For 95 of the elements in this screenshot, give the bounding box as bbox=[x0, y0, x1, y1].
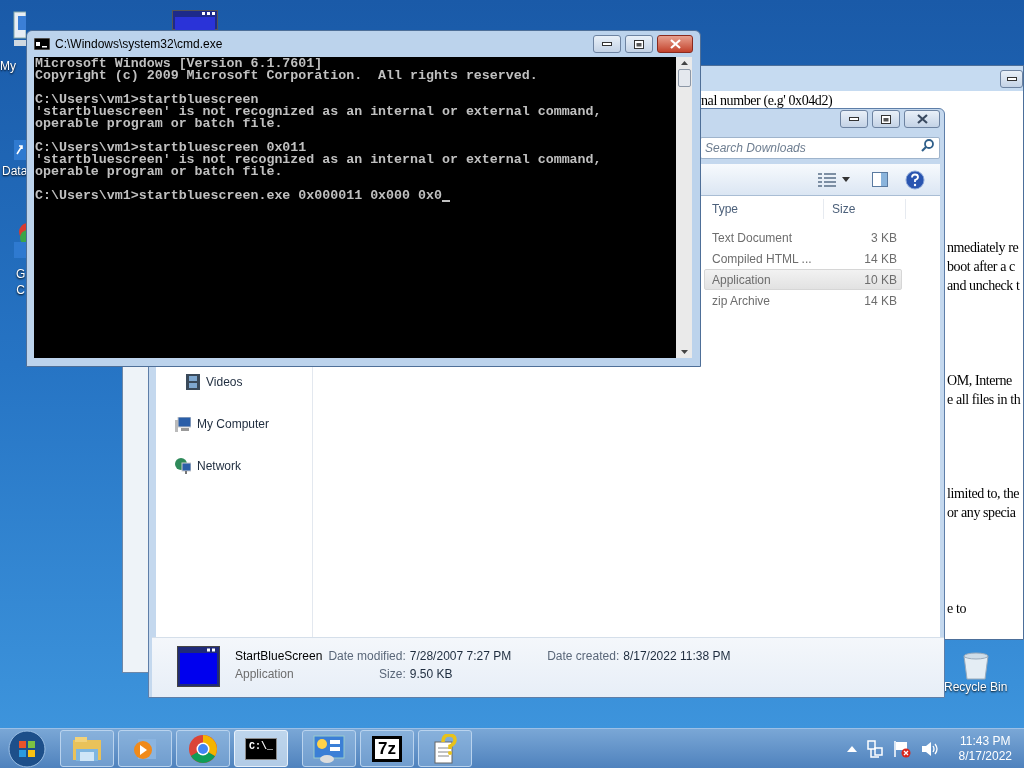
document-text: e to bbox=[947, 600, 967, 618]
document-text: e all files in th bbox=[947, 391, 1022, 409]
flag-icon[interactable] bbox=[892, 739, 911, 758]
console-line: operable program or batch file. bbox=[35, 118, 283, 130]
console-logo: C:\_ bbox=[245, 737, 277, 760]
maximize-icon bbox=[634, 39, 644, 49]
down-arrow-icon[interactable] bbox=[680, 350, 688, 354]
minimize-button[interactable] bbox=[1000, 69, 1023, 88]
table-cell-text: Compiled HTML ... bbox=[711, 250, 813, 268]
chrome-icon bbox=[188, 733, 218, 764]
console-line: Microsoft Windows [Version 6.1.7601] bbox=[35, 58, 323, 70]
folder-icon bbox=[72, 735, 102, 762]
window-title: C:\Windows\system32\cmd.exe bbox=[55, 36, 223, 53]
minimize-icon bbox=[849, 117, 859, 121]
minimize-icon bbox=[1007, 76, 1017, 81]
minimize-icon bbox=[602, 42, 612, 46]
document-text: boot after a c bbox=[947, 258, 1016, 276]
table-cell-text: 14 KB bbox=[863, 292, 897, 310]
document-text: and uncheck t bbox=[947, 277, 1021, 295]
maximize-icon bbox=[881, 114, 891, 124]
column-header[interactable]: Size bbox=[824, 199, 906, 219]
console-line: C:\Users\vm1>startbluescreen bbox=[35, 94, 259, 106]
icon-label: My bbox=[0, 58, 16, 74]
file-row[interactable]: Application 10 KB bbox=[704, 269, 902, 290]
document-text: limited to, the bbox=[947, 485, 1021, 503]
nav-item[interactable]: Network bbox=[197, 457, 241, 475]
scroll-thumb[interactable] bbox=[677, 69, 691, 87]
detail-value: 8/17/2022 11:38 PM bbox=[623, 648, 731, 665]
document-text: nal number (e.g' 0x04d2) bbox=[701, 92, 834, 110]
search-icon bbox=[921, 139, 934, 152]
detail-label: Date created: bbox=[547, 648, 620, 665]
file-type: Application bbox=[235, 666, 295, 683]
document-text: nmediately re bbox=[947, 239, 1020, 257]
taskbar-button[interactable] bbox=[176, 730, 230, 767]
nav-item[interactable]: My Computer bbox=[197, 415, 270, 433]
application-icon bbox=[177, 646, 220, 687]
minimize-button[interactable] bbox=[840, 110, 868, 128]
detail-value: 7/28/2007 7:27 PM bbox=[409, 648, 512, 665]
taskbar-button[interactable]: 7z bbox=[360, 730, 414, 767]
taskbar-button[interactable]: C:\_ bbox=[234, 730, 288, 767]
speaker-icon[interactable] bbox=[920, 740, 939, 757]
control-panel-icon bbox=[313, 733, 345, 764]
close-icon bbox=[669, 39, 681, 49]
table-cell-text: 14 KB bbox=[863, 250, 897, 268]
recycle-bin-icon bbox=[960, 652, 991, 680]
detail-label: Date modified: bbox=[328, 648, 406, 665]
console-line: 'startbluescreen' is not recognized as an internal or external command, bbox=[35, 106, 602, 118]
file-row[interactable]: Text Document 3 KB bbox=[704, 227, 902, 248]
network-icon bbox=[175, 458, 191, 474]
help-icon[interactable] bbox=[905, 169, 925, 190]
shortcut-icon bbox=[14, 140, 26, 160]
column-header[interactable]: Type bbox=[704, 199, 824, 219]
table-cell-text: zip Archive bbox=[711, 292, 772, 310]
file-row[interactable]: zip Archive 14 KB bbox=[704, 290, 902, 311]
window-icon bbox=[172, 10, 218, 30]
icon-label: Data bbox=[2, 163, 28, 179]
taskbar-button[interactable] bbox=[302, 730, 356, 767]
console-line: C:\Users\vm1>startbluescreen.exe 0x000011 0x000 0x0 bbox=[35, 190, 442, 202]
document-text: OM, Interne bbox=[947, 372, 1013, 390]
table-cell-text: Application bbox=[711, 271, 772, 289]
icon-label: C bbox=[16, 282, 25, 298]
taskbar-button[interactable] bbox=[418, 730, 472, 767]
search-field[interactable]: Search Downloads bbox=[700, 137, 940, 159]
view-options-icon[interactable] bbox=[818, 172, 836, 187]
file-name: StartBlueScreen bbox=[235, 648, 323, 665]
close-button[interactable] bbox=[657, 35, 693, 53]
detail-label: Size: bbox=[378, 666, 406, 683]
console-line: Copyright (c) 2009 Microsoft Corporation. All rights reserved. bbox=[35, 70, 538, 82]
maximize-button[interactable] bbox=[625, 35, 653, 53]
film-icon bbox=[186, 374, 200, 390]
up-arrow-icon[interactable] bbox=[680, 61, 688, 65]
console-icon bbox=[34, 38, 50, 50]
network-icon[interactable] bbox=[866, 739, 883, 758]
table-cell-text: Text Document bbox=[711, 229, 794, 247]
table-cell-text: 10 KB bbox=[863, 271, 897, 289]
close-icon bbox=[916, 114, 928, 124]
icon-label: G bbox=[16, 266, 26, 282]
console-line: C:\Users\vm1>startbluescreen 0x011 bbox=[35, 142, 307, 154]
help-file-icon bbox=[432, 733, 458, 764]
document-text: or any specia bbox=[947, 504, 1017, 522]
console-line: operable program or batch file. bbox=[35, 166, 283, 178]
caret-icon[interactable] bbox=[842, 177, 850, 182]
nav-item[interactable]: Videos bbox=[206, 373, 243, 391]
start-button[interactable] bbox=[8, 729, 46, 768]
console-line: 'startbluescreen' is not recognized as an internal or external command, bbox=[35, 154, 602, 166]
icon-label: Recycle Bin bbox=[944, 680, 1008, 694]
table-cell-text: 3 KB bbox=[870, 229, 897, 247]
show-hidden-icons-icon[interactable] bbox=[846, 745, 857, 752]
file-row[interactable]: Compiled HTML ... 14 KB bbox=[704, 248, 902, 269]
close-button[interactable] bbox=[904, 110, 940, 128]
archive-logo: 7z bbox=[372, 735, 402, 762]
preview-pane-icon[interactable] bbox=[872, 172, 888, 187]
minimize-button[interactable] bbox=[593, 35, 621, 53]
maximize-button[interactable] bbox=[872, 110, 900, 128]
detail-value: 9.50 KB bbox=[409, 666, 454, 683]
